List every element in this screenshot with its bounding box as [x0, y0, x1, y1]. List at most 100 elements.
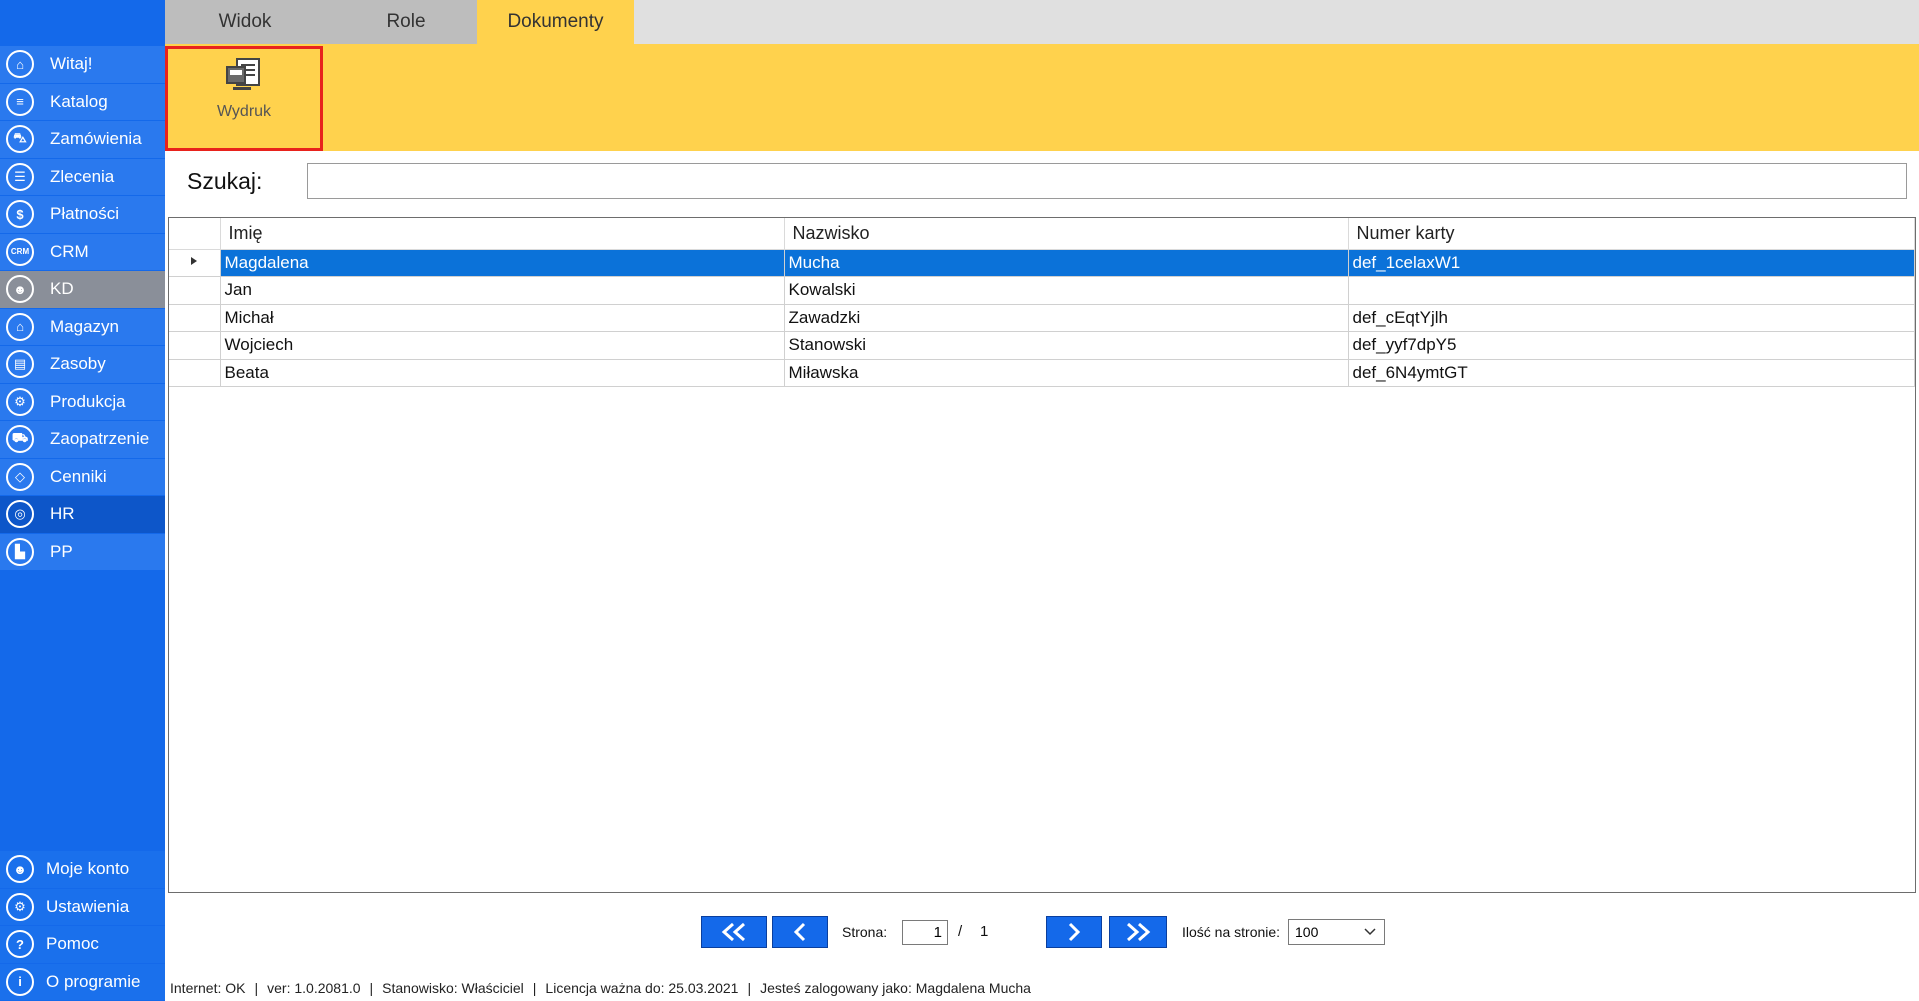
- print-button-label: Wydruk: [216, 103, 272, 120]
- sidebar-item-katalog[interactable]: ≡ Katalog: [0, 83, 165, 120]
- sidebar-item-label: O programie: [46, 971, 141, 991]
- sidebar-item-pomoc[interactable]: ? Pomoc: [0, 926, 165, 963]
- table-row[interactable]: Michał Zawadzki def_cEqtYjlh: [169, 304, 1915, 332]
- sidebar-item-label: CRM: [50, 241, 89, 261]
- table-row[interactable]: Magdalena Mucha def_1celaxW1: [169, 249, 1915, 277]
- sidebar-item-moje-konto[interactable]: ☻ Moje konto: [0, 851, 165, 888]
- sidebar-item-zaopatrzenie[interactable]: ⛟ Zaopatrzenie: [0, 421, 165, 458]
- sidebar-item-ustawienia[interactable]: ⚙ Ustawienia: [0, 888, 165, 925]
- chevron-right-icon: [1068, 922, 1081, 942]
- cell-nazwisko[interactable]: Mucha: [784, 249, 1349, 277]
- sidebar-item-crm[interactable]: CRM CRM: [0, 233, 165, 270]
- search-input[interactable]: [307, 163, 1907, 199]
- last-page-button[interactable]: [1109, 916, 1167, 948]
- crm-icon: CRM: [6, 237, 34, 266]
- sidebar-item-hr[interactable]: ◎ HR: [0, 496, 165, 533]
- cell-nazwisko[interactable]: Zawadzki: [784, 304, 1349, 332]
- row-selector[interactable]: [169, 331, 221, 360]
- row-selector[interactable]: [169, 359, 221, 387]
- sidebar-item-label: Witaj!: [50, 54, 93, 74]
- tab-role[interactable]: Role: [325, 0, 487, 44]
- per-page-select[interactable]: 100: [1288, 919, 1385, 945]
- status-bar: Internet: OK | ver: 1.0.2081.0 | Stanowisko:…: [170, 980, 1031, 996]
- status-user: Jesteś zalogowany jako: Magdalena Mucha: [760, 980, 1031, 996]
- list-icon: ☰: [6, 162, 34, 191]
- cell-numer-karty[interactable]: def_yyf7dpY5: [1348, 331, 1915, 360]
- sidebar-item-kd[interactable]: ☻ KD: [0, 271, 165, 308]
- sidebar-item-label: Zaopatrzenie: [50, 429, 150, 449]
- cell-nazwisko[interactable]: Kowalski: [784, 276, 1349, 305]
- sidebar-item-witaj[interactable]: ⌂ Witaj!: [0, 46, 165, 83]
- row-selector[interactable]: [169, 249, 221, 277]
- status-license: Licencja ważna do: 25.03.2021: [545, 980, 739, 996]
- sidebar-item-label: Katalog: [50, 91, 108, 111]
- sidebar-item-label: Zasoby: [50, 354, 106, 374]
- tab-dokumenty[interactable]: Dokumenty: [477, 0, 634, 44]
- sidebar-item-label: Cenniki: [50, 466, 107, 486]
- help-icon: ?: [6, 930, 34, 959]
- chevron-left-icon: [793, 922, 806, 942]
- warehouse-icon: ⌂: [6, 312, 34, 341]
- settings-icon: ⚙: [6, 892, 34, 921]
- page-number-input[interactable]: [902, 920, 948, 945]
- sidebar-item-zlecenia[interactable]: ☰ Zlecenia: [0, 158, 165, 195]
- cell-numer-karty[interactable]: def_1celaxW1: [1348, 249, 1915, 277]
- info-icon: i: [6, 967, 34, 996]
- previous-page-button[interactable]: [772, 916, 828, 948]
- sidebar-item-zamowienia[interactable]: ⛍ Zamówienia: [0, 121, 165, 158]
- sidebar-item-label: Zlecenia: [50, 166, 115, 186]
- cell-imie[interactable]: Beata: [220, 359, 785, 387]
- ribbon: Wydruk: [165, 44, 1919, 151]
- sidebar-item-label: KD: [50, 279, 74, 299]
- cell-numer-karty[interactable]: [1348, 276, 1915, 305]
- sidebar-item-magazyn[interactable]: ⌂ Magazyn: [0, 308, 165, 345]
- sidebar: ⌂ Witaj! ≡ Katalog ⛍ Zamówienia ☰ Zlecenia $ Płat…: [0, 0, 165, 1001]
- cell-nazwisko[interactable]: Miławska: [784, 359, 1349, 387]
- cell-numer-karty[interactable]: def_6N4ymtGT: [1348, 359, 1915, 387]
- chevron-down-icon: [1364, 928, 1376, 936]
- cart-icon: ⛍: [6, 125, 34, 154]
- cell-numer-karty[interactable]: def_cEqtYjlh: [1348, 304, 1915, 332]
- cell-imie[interactable]: Michał: [220, 304, 785, 332]
- tab-bar: Widok Role Dokumenty: [165, 0, 1919, 44]
- status-internet: Internet: OK: [170, 980, 246, 996]
- sidebar-item-cenniki[interactable]: ◇ Cenniki: [0, 458, 165, 495]
- sidebar-item-o-programie[interactable]: i O programie: [0, 963, 165, 1000]
- table-row[interactable]: Wojciech Stanowski def_yyf7dpY5: [169, 331, 1915, 360]
- sidebar-item-label: Pomoc: [46, 934, 99, 954]
- cell-imie[interactable]: Wojciech: [220, 331, 785, 360]
- first-page-button[interactable]: [701, 916, 767, 948]
- sidebar-item-pp[interactable]: ▙ PP: [0, 533, 165, 570]
- double-chevron-left-icon: [721, 922, 745, 942]
- status-version: ver: 1.0.2081.0: [267, 980, 361, 996]
- table-row[interactable]: Jan Kowalski: [169, 276, 1915, 305]
- cell-imie[interactable]: Magdalena: [220, 249, 785, 277]
- current-row-arrow-icon: [191, 257, 198, 266]
- sidebar-item-label: Ustawienia: [46, 896, 130, 916]
- production-icon: ⚙: [6, 387, 34, 416]
- cell-nazwisko[interactable]: Stanowski: [784, 331, 1349, 360]
- per-page-label: Ilość na stronie:: [1182, 924, 1281, 940]
- table-row[interactable]: Beata Miławska def_6N4ymtGT: [169, 359, 1915, 387]
- double-chevron-right-icon: [1127, 922, 1151, 942]
- per-page-value: 100: [1295, 924, 1319, 940]
- tag-icon: ◇: [6, 462, 34, 491]
- column-header-imie[interactable]: Imię: [220, 218, 785, 250]
- grid-header-row: Imię Nazwisko Numer karty: [169, 218, 1915, 250]
- row-selector[interactable]: [169, 276, 221, 305]
- sidebar-item-platnosci[interactable]: $ Płatności: [0, 196, 165, 233]
- employees-grid: Imię Nazwisko Numer karty Magdalena Mucha…: [168, 217, 1916, 893]
- print-button[interactable]: Wydruk: [165, 46, 323, 151]
- row-selector-header: [169, 218, 221, 250]
- next-page-button[interactable]: [1046, 916, 1102, 948]
- cell-imie[interactable]: Jan: [220, 276, 785, 305]
- column-header-numer-karty[interactable]: Numer karty: [1348, 218, 1915, 250]
- sidebar-item-zasoby[interactable]: ▤ Zasoby: [0, 346, 165, 383]
- row-selector[interactable]: [169, 304, 221, 332]
- sidebar-item-produkcja[interactable]: ⚙ Produkcja: [0, 383, 165, 420]
- tab-widok[interactable]: Widok: [165, 0, 325, 44]
- column-header-nazwisko[interactable]: Nazwisko: [784, 218, 1349, 250]
- search-label: Szukaj:: [187, 168, 263, 194]
- page-label: Strona:: [842, 924, 888, 940]
- book-icon: ≡: [6, 87, 34, 116]
